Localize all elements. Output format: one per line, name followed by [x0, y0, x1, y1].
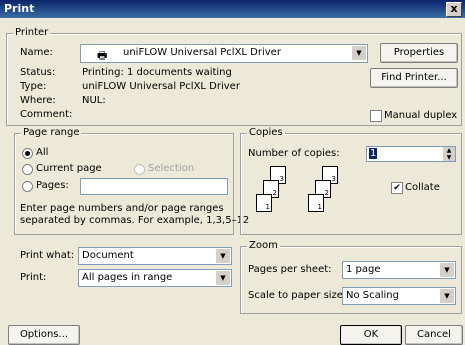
scale-to-paper-value: No Scaling: [346, 290, 399, 301]
chevron-down-icon[interactable]: ▼: [439, 289, 454, 303]
all-label: All: [36, 147, 49, 158]
print-what-select[interactable]: Document ▼: [78, 247, 232, 265]
printer-legend: Printer: [13, 27, 51, 38]
sheet-number: 2: [272, 189, 277, 197]
number-of-copies-label: Number of copies:: [248, 148, 340, 159]
print-what-value: Document: [82, 250, 134, 261]
radio-selection[interactable]: [134, 164, 145, 175]
printer-name-label: Name:: [20, 47, 53, 58]
pages-label: Pages:: [36, 180, 69, 191]
collate-pages-icon: 3 2 1 3 2 1: [256, 166, 340, 220]
chevron-down-icon[interactable]: ▼: [215, 271, 230, 285]
pages-hint-line1: Enter page numbers and/or page ranges: [20, 203, 224, 214]
printer-name-value: uniFLOW Universal PclXL Driver: [123, 47, 281, 58]
print-what-label: Print what:: [20, 250, 75, 261]
pages-per-sheet-select[interactable]: 1 page ▼: [342, 261, 456, 279]
radio-all[interactable]: [22, 148, 33, 159]
spinner-arrows-icon[interactable]: ▲ ▼: [443, 147, 455, 161]
printer-name-select[interactable]: 🖶 uniFLOW Universal PclXL Driver ▼: [80, 44, 368, 63]
type-value: uniFLOW Universal PclXL Driver: [82, 81, 240, 92]
copies-value: 1: [369, 148, 378, 159]
print-label: Print:: [20, 272, 47, 283]
collate-checkbox[interactable]: ✔: [391, 182, 403, 194]
type-label: Type:: [20, 81, 47, 92]
sheet-number: 3: [331, 175, 336, 183]
ok-button[interactable]: OK: [340, 325, 402, 345]
print-select[interactable]: All pages in range ▼: [78, 269, 232, 287]
selection-label: Selection: [148, 163, 195, 174]
sheet-number: 1: [265, 203, 270, 211]
where-label: Where:: [20, 95, 56, 106]
copies-legend: Copies: [247, 127, 285, 138]
pages-per-sheet-value: 1 page: [346, 264, 381, 275]
scale-to-paper-select[interactable]: No Scaling ▼: [342, 287, 456, 305]
cancel-button[interactable]: Cancel: [405, 325, 463, 345]
scale-to-paper-label: Scale to paper size:: [248, 290, 347, 301]
chevron-down-icon[interactable]: ▼: [351, 46, 366, 60]
copies-spinner[interactable]: 1 ▲ ▼: [366, 146, 456, 162]
current-page-label: Current page: [36, 163, 102, 174]
sheet-number: 3: [279, 175, 284, 183]
close-icon[interactable]: x: [446, 2, 462, 17]
title-bar[interactable]: Print x: [0, 0, 465, 18]
print-value: All pages in range: [82, 272, 173, 283]
window-title: Print: [4, 2, 35, 15]
find-printer-button[interactable]: Find Printer...: [370, 68, 458, 88]
manual-duplex-label: Manual duplex: [384, 110, 458, 121]
print-dialog: Print x Printer Name: 🖶 uniFLOW Universa…: [0, 0, 465, 345]
chevron-down-icon[interactable]: ▼: [439, 263, 454, 277]
chevron-down-icon[interactable]: ▼: [215, 249, 230, 263]
radio-pages[interactable]: [22, 181, 33, 192]
where-value: NUL:: [82, 95, 106, 106]
manual-duplex-checkbox[interactable]: [370, 110, 382, 122]
collate-label: Collate: [405, 182, 440, 193]
page-range-legend: Page range: [21, 127, 82, 138]
status-label: Status:: [20, 67, 56, 78]
sheet-number: 2: [324, 189, 329, 197]
sheet-number: 1: [317, 203, 322, 211]
comment-label: Comment:: [20, 109, 73, 120]
pages-input[interactable]: [80, 178, 228, 195]
zoom-legend: Zoom: [247, 240, 280, 251]
radio-current-page[interactable]: [22, 164, 33, 175]
properties-button[interactable]: Properties: [380, 43, 458, 63]
pages-hint-line2: separated by commas. For example, 1,3,5–…: [20, 215, 250, 226]
pages-per-sheet-label: Pages per sheet:: [248, 264, 332, 275]
options-button[interactable]: Options...: [8, 325, 80, 345]
printer-icon: 🖶: [97, 49, 108, 62]
status-value: Printing: 1 documents waiting: [82, 67, 232, 78]
